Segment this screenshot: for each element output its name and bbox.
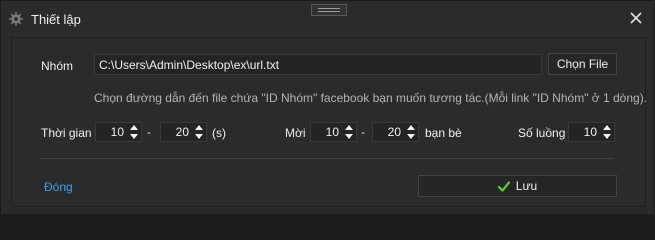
footer-divider — [41, 158, 614, 159]
invite-unit-label: bạn bè — [425, 126, 462, 140]
window-title: Thiết lập — [31, 12, 81, 27]
decrement-arrow-icon[interactable] — [345, 134, 353, 139]
decrement-arrow-icon[interactable] — [603, 134, 611, 139]
invite-label: Mời — [285, 126, 306, 140]
threads-label: Số luồng — [518, 126, 566, 140]
save-button[interactable]: Lưu — [418, 175, 617, 197]
invite-to-stepper[interactable] — [372, 122, 419, 142]
decrement-arrow-icon[interactable] — [130, 134, 138, 139]
decrement-arrow-icon[interactable] — [407, 134, 415, 139]
choose-file-button[interactable]: Chọn File — [548, 53, 617, 75]
drag-grip-icon[interactable] — [311, 4, 347, 16]
settings-dialog: Thiết lập Nhóm Chọn File Chọn đường dẫn … — [0, 0, 655, 215]
time-label: Thời gian — [41, 126, 92, 140]
file-path-input[interactable] — [94, 54, 542, 75]
gear-icon — [9, 12, 23, 26]
time-from-input[interactable] — [96, 123, 126, 141]
increment-arrow-icon[interactable] — [603, 125, 611, 130]
time-unit-label: (s) — [212, 126, 226, 140]
threads-stepper[interactable] — [568, 122, 615, 142]
time-to-input[interactable] — [161, 123, 191, 141]
time-range-dash: - — [147, 125, 151, 139]
check-icon — [497, 181, 510, 192]
invite-from-stepper[interactable] — [310, 122, 357, 142]
increment-arrow-icon[interactable] — [130, 125, 138, 130]
increment-arrow-icon[interactable] — [195, 125, 203, 130]
invite-from-input[interactable] — [311, 123, 341, 141]
invite-to-input[interactable] — [373, 123, 403, 141]
increment-arrow-icon[interactable] — [407, 125, 415, 130]
time-to-stepper[interactable] — [160, 122, 207, 142]
decrement-arrow-icon[interactable] — [195, 134, 203, 139]
invite-range-dash: - — [361, 125, 365, 139]
file-hint-text: Chọn đường dẫn đến file chứa "ID Nhóm" f… — [94, 91, 648, 105]
close-link[interactable]: Đóng — [44, 180, 73, 194]
group-label: Nhóm — [41, 59, 74, 73]
threads-input[interactable] — [569, 123, 599, 141]
time-from-stepper[interactable] — [95, 122, 142, 142]
increment-arrow-icon[interactable] — [345, 125, 353, 130]
save-button-label: Lưu — [515, 179, 538, 193]
title-bar[interactable]: Thiết lập — [1, 1, 654, 33]
close-icon[interactable] — [626, 8, 646, 28]
